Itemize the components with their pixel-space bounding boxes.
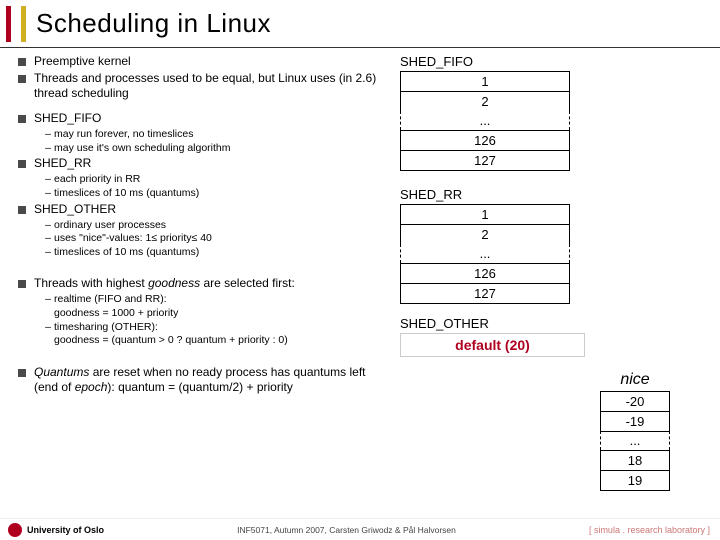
sub-6-1: realtime (FIFO and RR):goodness = 1000 +… — [54, 293, 178, 320]
fifo-dots: ... — [400, 111, 570, 130]
university-name: University of Oslo — [27, 525, 104, 535]
nice-title: nice — [600, 371, 670, 389]
rr-box: 1 2 ... 126 127 — [400, 204, 570, 304]
nice-row: -19 — [600, 411, 670, 432]
sub-3-1: may run forever, no timeslices — [54, 128, 193, 142]
rr-row: 126 — [400, 263, 570, 283]
accent-yellow — [21, 6, 26, 42]
bullet-4: SHED_RR — [34, 156, 91, 171]
rr-row: 127 — [400, 283, 570, 304]
nice-row: 19 — [600, 470, 670, 491]
content-area: Preemptive kernel Threads and processes … — [0, 48, 720, 518]
fifo-row: 2 — [400, 91, 570, 111]
course-info: INF5071, Autumn 2007, Carsten Griwodz & … — [104, 525, 589, 535]
rr-row: 2 — [400, 224, 570, 244]
bullet-6: Threads with highest goodness are select… — [34, 276, 295, 291]
sub-5-1: ordinary user processes — [54, 219, 166, 233]
sub-3-2: may use it's own scheduling algorithm — [54, 142, 231, 156]
fifo-row: 1 — [400, 71, 570, 91]
bullet-icon — [18, 369, 26, 377]
sub-6-2: timesharing (OTHER):goodness = (quantum … — [54, 321, 288, 348]
bullet-2: Threads and processes used to be equal, … — [34, 71, 388, 101]
bullet-1: Preemptive kernel — [34, 54, 131, 69]
other-default: default (20) — [400, 333, 585, 357]
bullet-icon — [18, 58, 26, 66]
sub-5-3: timeslices of 10 ms (quantums) — [54, 246, 199, 260]
nice-row: -20 — [600, 391, 670, 412]
title-bar: Scheduling in Linux — [0, 0, 720, 48]
rr-label: SHED_RR — [400, 187, 585, 202]
bullet-3: SHED_FIFO — [34, 111, 101, 126]
university-logo-icon — [8, 523, 22, 537]
bullet-icon — [18, 115, 26, 123]
fifo-label: SHED_FIFO — [400, 54, 585, 69]
sub-4-2: timeslices of 10 ms (quantums) — [54, 187, 199, 201]
priority-diagram: SHED_FIFO 1 2 ... 126 127 SHED_RR 1 2 ..… — [400, 54, 585, 357]
rr-dots: ... — [400, 244, 570, 263]
accent-red — [6, 6, 11, 42]
bullet-list: Preemptive kernel Threads and processes … — [18, 54, 388, 397]
rr-row: 1 — [400, 204, 570, 224]
slide-title: Scheduling in Linux — [36, 8, 271, 39]
sub-5-2: uses "nice"-values: 1≤ priority≤ 40 — [54, 232, 212, 246]
fifo-row: 126 — [400, 130, 570, 150]
bullet-icon — [18, 75, 26, 83]
nice-row: 18 — [600, 450, 670, 471]
bullet-icon — [18, 160, 26, 168]
bullet-icon — [18, 206, 26, 214]
simula-label: [ simula . research laboratory ] — [589, 525, 720, 535]
fifo-row: 127 — [400, 150, 570, 171]
sub-4-1: each priority in RR — [54, 173, 140, 187]
nice-dots: ... — [600, 431, 670, 450]
bullet-7: Quantums are reset when no ready process… — [34, 365, 388, 395]
nice-column: nice -20 -19 ... 18 19 — [600, 371, 670, 490]
bullet-icon — [18, 280, 26, 288]
other-label: SHED_OTHER — [400, 316, 585, 331]
footer: University of Oslo INF5071, Autumn 2007,… — [0, 518, 720, 540]
bullet-5: SHED_OTHER — [34, 202, 116, 217]
fifo-box: 1 2 ... 126 127 — [400, 71, 570, 171]
